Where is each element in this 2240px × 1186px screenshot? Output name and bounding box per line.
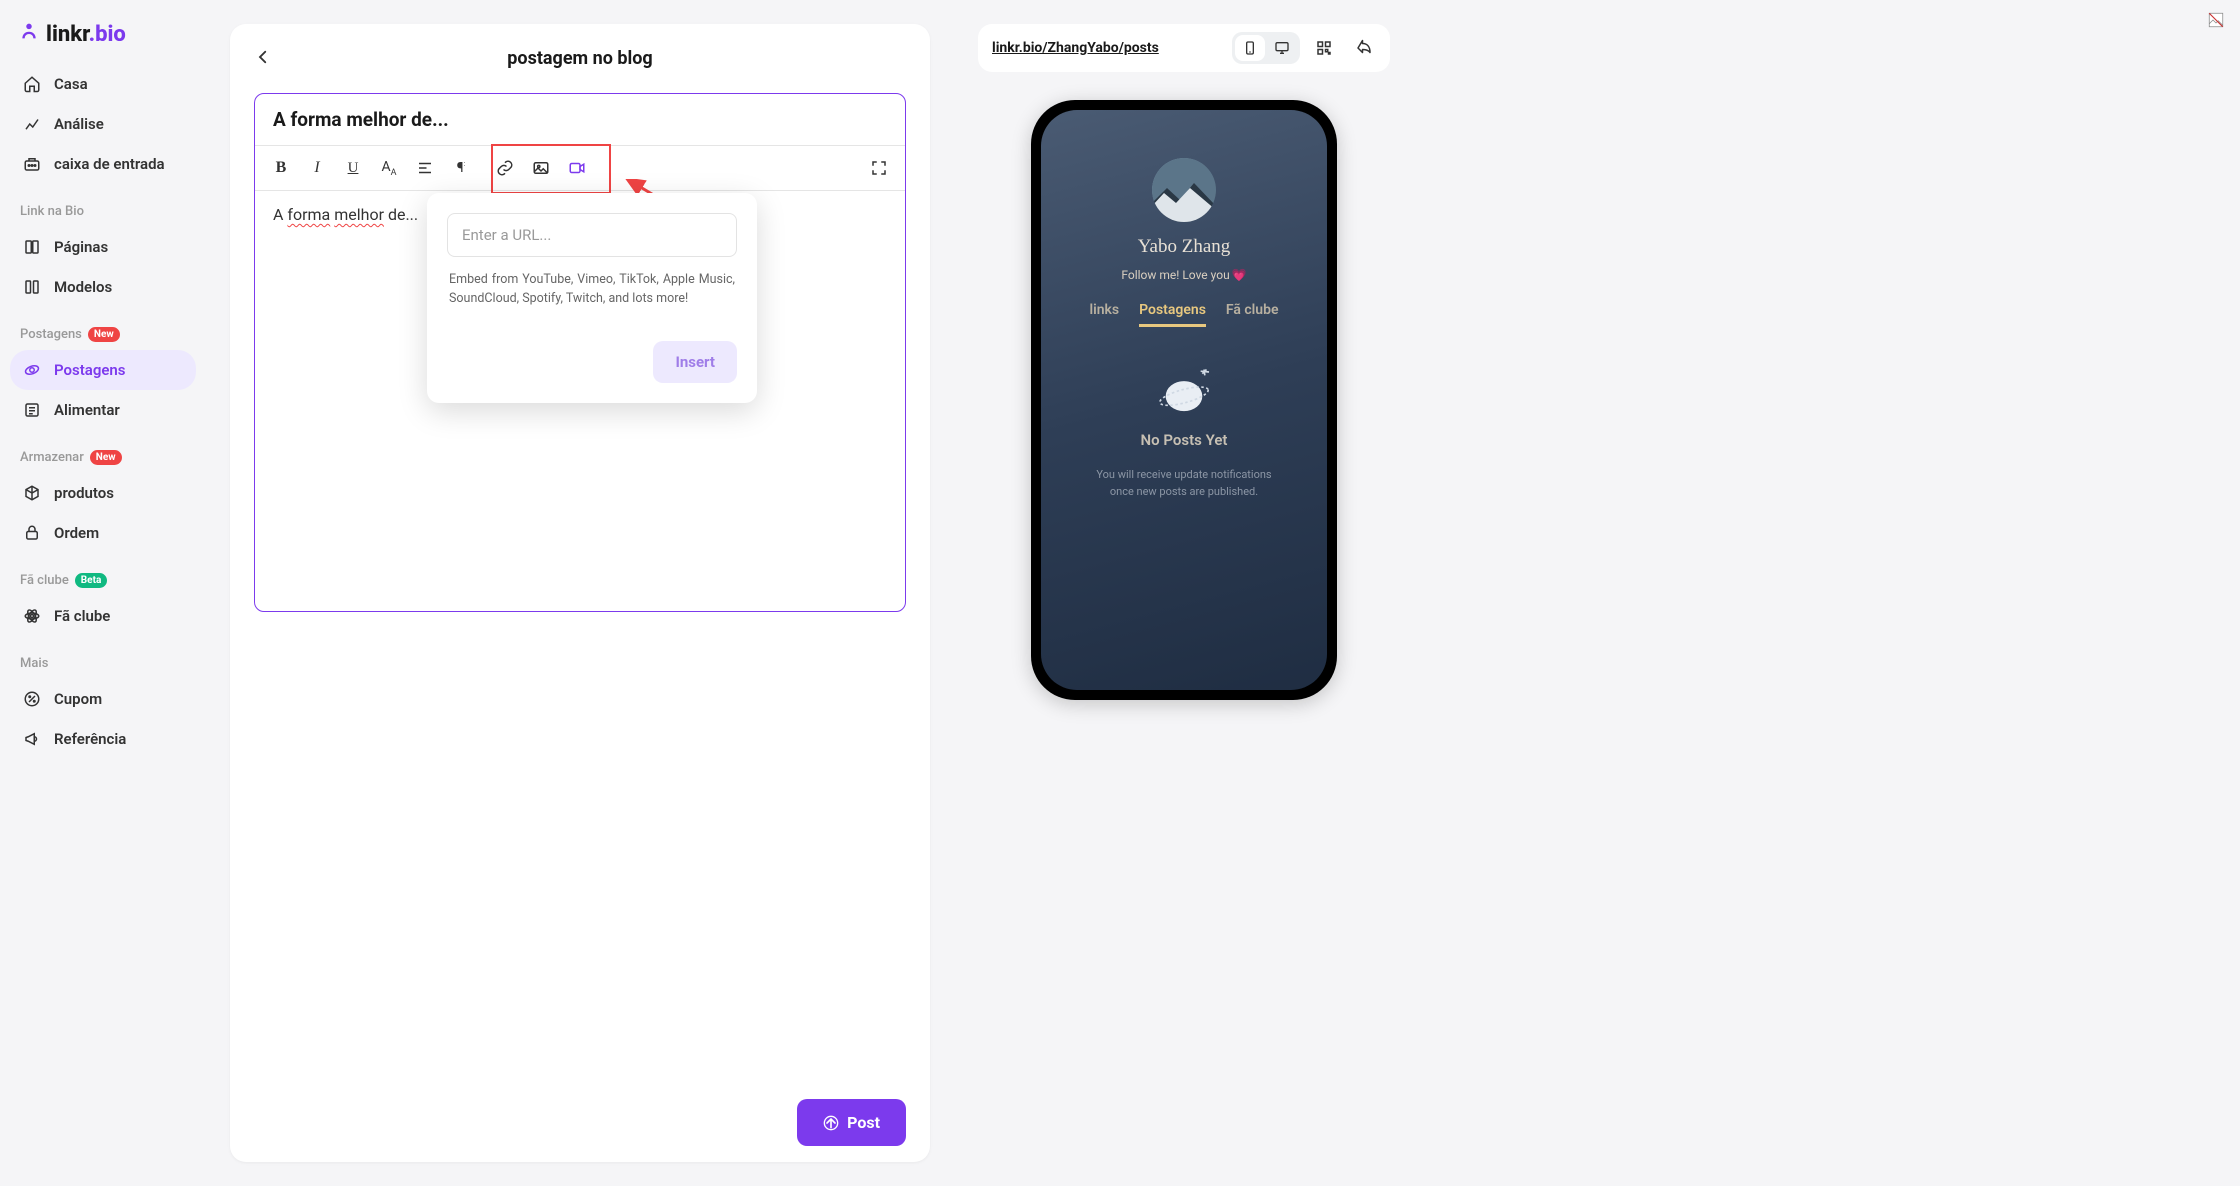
insert-button[interactable]: Insert	[653, 341, 737, 383]
phone-preview: Yabo Zhang Follow me! Love you💗 links Po…	[1031, 100, 1337, 700]
sidebar-section-link-na-bio: Link na Bio	[10, 196, 196, 227]
sidebar-item-label: caixa de entrada	[54, 155, 165, 173]
sidebar-section-armazenar: ArmazenarNew	[10, 442, 196, 473]
badge-new: New	[90, 450, 122, 465]
sidebar-item-label: Fã clube	[54, 607, 110, 625]
tab-postagens[interactable]: Postagens	[1139, 302, 1206, 327]
sidebar-item-alimentar[interactable]: Alimentar	[10, 390, 196, 430]
sidebar-item-páginas[interactable]: Páginas	[10, 227, 196, 267]
logo-text-1: linkr	[46, 22, 89, 47]
paragraph-button[interactable]: ¶:	[445, 152, 477, 184]
sidebar-item-label: Casa	[54, 75, 88, 93]
sidebar-item-fã-clube[interactable]: Fã clube	[10, 596, 196, 636]
atom-icon	[22, 606, 42, 626]
avatar[interactable]	[1152, 158, 1216, 222]
profile-bio: Follow me! Love you💗	[1121, 268, 1246, 282]
badge-new: New	[88, 327, 120, 342]
desktop-view-button[interactable]	[1267, 35, 1297, 61]
sidebar-item-produtos[interactable]: produtos	[10, 473, 196, 513]
image-button[interactable]	[525, 152, 557, 184]
tab-links[interactable]: links	[1089, 302, 1119, 327]
post-title-input[interactable]: A forma melhor de...	[255, 94, 905, 146]
sidebar-item-postagens[interactable]: Postagens	[10, 350, 196, 390]
templates-icon	[22, 277, 42, 297]
cube-icon	[22, 483, 42, 503]
share-button[interactable]	[1348, 32, 1380, 64]
sidebar-section-fã-clube: Fã clubeBeta	[10, 565, 196, 596]
embed-url-popover: Embed from YouTube, Vimeo, TikTok, Apple…	[427, 193, 757, 403]
sidebar-item-referência[interactable]: Referência	[10, 719, 196, 759]
sidebar-item-label: produtos	[54, 484, 114, 502]
italic-button[interactable]: I	[301, 152, 333, 184]
sidebar-item-cupom[interactable]: Cupom	[10, 679, 196, 719]
percent-icon	[22, 689, 42, 709]
sidebar-item-label: Páginas	[54, 238, 108, 256]
sidebar-section-mais: Mais	[10, 648, 196, 679]
embed-hint-text: Embed from YouTube, Vimeo, TikTok, Apple…	[447, 257, 737, 313]
editor-panel: postagem no blog A forma melhor de... B …	[230, 24, 930, 1162]
pages-icon	[22, 237, 42, 257]
megaphone-icon	[22, 729, 42, 749]
fullscreen-button[interactable]	[863, 152, 895, 184]
page-title: postagem no blog	[254, 48, 906, 69]
sidebar-item-label: Postagens	[54, 361, 126, 379]
embed-url-input[interactable]	[447, 213, 737, 257]
preview-url[interactable]: linkr.bio/ZhangYabo/posts	[988, 34, 1224, 62]
sidebar-item-caixa-de-entrada[interactable]: caixa de entrada	[10, 144, 196, 184]
sidebar-item-label: Análise	[54, 115, 104, 133]
sidebar-item-ordem[interactable]: Ordem	[10, 513, 196, 553]
post-content-area[interactable]: A forma melhor de... Embed from YouTube,…	[255, 191, 905, 611]
mobile-view-button[interactable]	[1235, 35, 1265, 61]
sidebar-item-label: Cupom	[54, 690, 102, 708]
sidebar-item-análise[interactable]: Análise	[10, 104, 196, 144]
preview-tabs: links Postagens Fã clube	[1089, 302, 1278, 327]
logo-text-2: .bio	[89, 22, 126, 47]
globe-icon	[22, 360, 42, 380]
sidebar: linkr.bio Casa Análise caixa de entrada …	[0, 0, 206, 1186]
inbox-icon	[22, 154, 42, 174]
badge-beta: Beta	[75, 573, 108, 588]
home-icon	[22, 74, 42, 94]
sidebar-item-label: Referência	[54, 730, 126, 748]
link-button[interactable]	[489, 152, 521, 184]
sidebar-section-postagens: PostagensNew	[10, 319, 196, 350]
bold-button[interactable]: B	[265, 152, 297, 184]
tab-fa-clube[interactable]: Fã clube	[1226, 302, 1279, 327]
device-toggle	[1232, 32, 1300, 64]
video-embed-button[interactable]	[561, 152, 593, 184]
profile-name: Yabo Zhang	[1138, 236, 1231, 258]
sidebar-item-modelos[interactable]: Modelos	[10, 267, 196, 307]
underline-button[interactable]: U	[337, 152, 369, 184]
sidebar-item-label: Ordem	[54, 524, 99, 542]
sidebar-item-label: Alimentar	[54, 401, 120, 419]
brand-logo[interactable]: linkr.bio	[10, 20, 196, 64]
content-text: A forma melhor de...	[273, 205, 418, 224]
empty-state-subtitle: You will receive update notifications on…	[1094, 467, 1274, 500]
font-size-button[interactable]: AA	[373, 152, 405, 184]
back-button[interactable]	[254, 47, 272, 71]
lock-icon	[22, 523, 42, 543]
sidebar-item-casa[interactable]: Casa	[10, 64, 196, 104]
planet-icon	[1149, 367, 1219, 417]
chart-icon	[22, 114, 42, 134]
logo-icon	[18, 20, 40, 48]
editor-toolbar: B I U AA ¶:	[255, 146, 905, 191]
heart-icon: 💗	[1232, 268, 1247, 282]
sidebar-item-label: Modelos	[54, 278, 112, 296]
align-button[interactable]	[409, 152, 441, 184]
post-button[interactable]: Post	[797, 1099, 906, 1146]
qr-code-button[interactable]	[1308, 32, 1340, 64]
feed-icon	[22, 400, 42, 420]
preview-panel: linkr.bio/ZhangYabo/posts Yabo Zhang Fol…	[954, 0, 1414, 1186]
empty-state-title: No Posts Yet	[1141, 431, 1228, 449]
upload-icon	[823, 1115, 839, 1131]
broken-image-icon	[2206, 10, 2226, 30]
